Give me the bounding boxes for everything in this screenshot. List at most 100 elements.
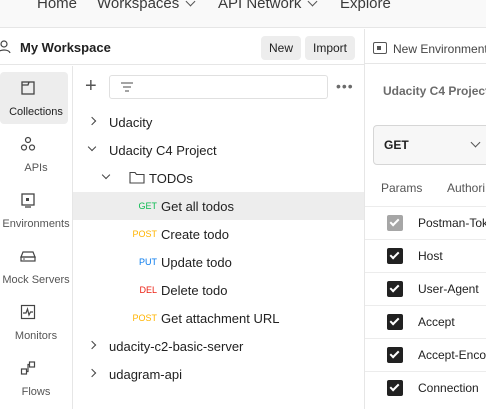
header-row: Accept [365,305,486,338]
method-badge: PUT [139,257,157,267]
environment-icon [373,42,387,54]
header-checkbox[interactable] [387,248,403,264]
method-badge: GET [138,201,157,211]
filter-input[interactable] [109,75,328,99]
import-button[interactable]: Import [305,36,356,60]
sidebar-item-label: Collections [9,106,63,118]
collection-row[interactable]: udacity-c2-basic-server [73,332,364,360]
sidebar: Collections APIs Environments Mock Serve… [0,66,73,409]
collection-label: udacity-c2-basic-server [109,339,244,354]
chevron-down-icon[interactable] [87,142,97,152]
method-badge: POST [132,313,157,323]
monitors-icon [20,304,36,320]
mock-servers-icon [20,251,36,262]
add-collection-button[interactable]: + [85,76,97,96]
top-nav: Home Workspaces API Network Explore [0,0,486,28]
more-options-icon[interactable]: ••• [336,78,354,94]
header-row: Connection [365,371,486,404]
workspace-header: My Workspace New Import [0,29,364,65]
request-row[interactable]: GET Get all todos [73,192,364,220]
header-checkbox[interactable] [387,314,403,330]
chevron-right-icon[interactable] [87,368,97,378]
checkmark-icon [389,315,400,326]
method-badge: POST [132,229,157,239]
nav-home-label: Home [37,0,78,12]
sidebar-item-label: Flows [21,386,51,398]
nav-api-network[interactable]: API Network [218,0,318,12]
header-checkbox[interactable] [387,347,403,363]
collection-row[interactable]: udagram-api [73,360,364,388]
collection-label: udagram-api [109,367,182,382]
collection-label: Udacity C4 Project [109,143,217,158]
folder-icon [129,171,145,184]
chevron-down-icon[interactable] [101,170,111,180]
workspace-title: My Workspace [20,40,111,55]
request-panel: New Environment Udacity C4 Project GET P… [364,29,486,409]
folder-label: TODOs [149,171,193,186]
request-row[interactable]: PUT Update todo [73,248,364,276]
header-key: Connection [418,381,479,395]
collections-tree: + ••• Udacity Udacity C4 Project TODOs G… [73,66,364,409]
method-badge: DEL [139,285,157,295]
checkmark-icon [389,282,400,293]
method-select[interactable]: GET [373,125,486,165]
header-checkbox[interactable] [387,281,403,297]
request-label: Get attachment URL [161,311,280,326]
filter-icon [121,82,133,92]
collections-icon [21,81,35,95]
sidebar-item-apis[interactable]: APIs [0,128,72,180]
chevron-right-icon[interactable] [87,340,97,350]
request-label: Delete todo [161,283,228,298]
method-value: GET [384,138,409,152]
checkmark-icon [389,216,400,227]
new-button[interactable]: New [261,36,302,60]
collection-row[interactable]: Udacity [73,108,364,136]
tab-authorization[interactable]: Authori [447,181,485,195]
flows-icon [20,361,36,375]
request-label: Get all todos [161,199,234,214]
sidebar-item-flows[interactable]: Flows [0,352,72,404]
nav-api-network-label: API Network [218,0,302,12]
header-row: Accept-Encoding [365,338,486,371]
request-row[interactable]: DEL Delete todo [73,276,364,304]
header-key: Accept-Encoding [418,348,486,362]
header-row: Postman-Token [365,206,486,239]
nav-workspaces[interactable]: Workspaces [97,0,196,12]
nav-explore[interactable]: Explore [340,0,391,12]
tab-params[interactable]: Params [381,181,422,195]
header-checkbox[interactable] [387,215,403,231]
nav-explore-label: Explore [340,0,391,12]
header-key: Host [418,249,443,263]
checkmark-icon [389,249,400,260]
request-row[interactable]: POST Get attachment URL [73,304,364,332]
header-key: User-Agent [418,282,479,296]
chevron-right-icon[interactable] [87,116,97,126]
sidebar-item-label: Environments [2,218,70,230]
request-label: Update todo [161,255,232,270]
chevron-down-icon [185,0,196,7]
folder-row[interactable]: TODOs [73,164,364,192]
environment-selector[interactable]: New Environment [393,42,486,56]
chevron-down-icon [307,0,318,7]
apis-icon [20,136,36,151]
sidebar-item-label: Mock Servers [2,274,70,286]
header-row: User-Agent [365,272,486,305]
nav-home[interactable]: Home [37,0,77,12]
sidebar-item-mock-servers[interactable]: Mock Servers [0,240,72,292]
request-label: Create todo [161,227,229,242]
header-checkbox[interactable] [387,380,403,396]
sidebar-item-label: Monitors [14,330,58,342]
header-row: Host [365,239,486,272]
user-icon [0,40,11,54]
header-key: Postman-Token [418,216,486,230]
request-row[interactable]: POST Create todo [73,220,364,248]
request-title: Udacity C4 Project [383,84,486,98]
collection-row[interactable]: Udacity C4 Project [73,136,364,164]
sidebar-item-monitors[interactable]: Monitors [0,296,72,348]
checkmark-icon [389,348,400,359]
sidebar-item-environments[interactable]: Environments [0,184,72,236]
chevron-down-icon [470,137,481,148]
collection-label: Udacity [109,115,153,130]
sidebar-item-collections[interactable]: Collections [0,72,68,124]
environments-icon [21,193,35,208]
